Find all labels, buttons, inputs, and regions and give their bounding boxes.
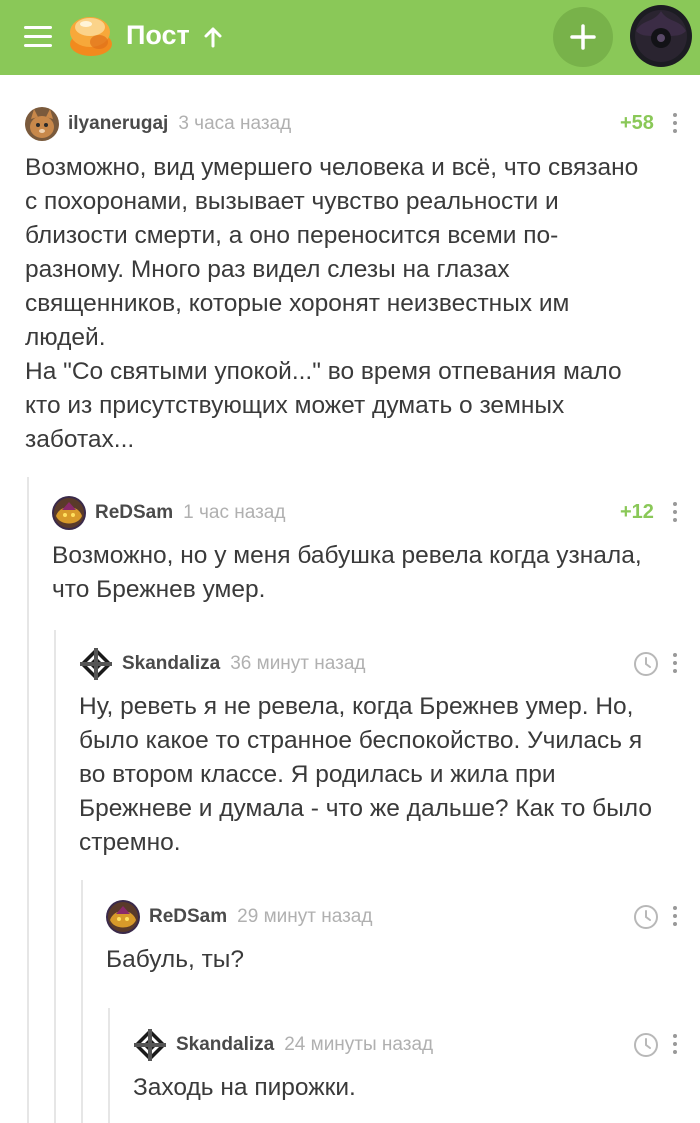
pikabu-logo[interactable] [66,14,116,58]
comment-header: ilyanerugaj 3 часа назад [25,107,291,141]
comment: Skandaliza 24 минуты назад Заходь на пир… [133,1028,685,1113]
comment-text: Возможно, но у меня бабушка ревела когда… [52,542,642,603]
more-options-icon[interactable] [670,113,680,135]
comment-username[interactable]: Skandaliza [122,653,220,675]
more-options-icon[interactable] [670,906,680,928]
thread-line [27,477,29,1123]
comment-text: Возможно, вид умершего человека и всё, ч… [25,154,639,453]
thread-line [81,880,83,1123]
avatar[interactable] [52,496,86,530]
comment: ReDSam 1 час назад +12 Возможно, но у ме… [52,496,685,611]
comment-timestamp: 24 минуты назад [284,1034,434,1055]
comment-timestamp: 36 минут назад [230,653,366,674]
clock-icon[interactable] [633,651,659,677]
comment-username[interactable]: ReDSam [95,502,173,524]
thread-line [54,630,56,1123]
comment-rating: +12 [620,501,654,523]
avatar[interactable] [79,647,113,681]
comment-username[interactable]: ilyanerugaj [68,113,168,135]
thread-line [108,1008,110,1123]
comment-text: Заходь на пирожки. [133,1074,356,1101]
plus-icon [570,24,596,50]
comment-text: Бабуль, ты? [106,946,245,973]
comment: ReDSam 29 минут назад Бабуль, ты? [106,900,685,985]
comment-timestamp: 29 минут назад [237,906,373,927]
comment-timestamp: 1 час назад [183,502,286,523]
comment-header: ReDSam 1 час назад [52,496,285,530]
comment-text: Ну, реветь я не ревела, когда Брежнев ум… [79,693,652,856]
comment-username[interactable]: Skandaliza [176,1034,274,1056]
page-title: Пост [126,20,190,50]
top-bar: Пост [0,0,700,75]
comment-header: Skandaliza 36 минут назад [79,647,366,681]
avatar[interactable] [25,107,59,141]
more-options-icon[interactable] [670,1034,680,1056]
comment-rating: +58 [620,112,654,134]
avatar[interactable] [106,900,140,934]
comment-header: Skandaliza 24 минуты назад [133,1028,433,1062]
avatar[interactable] [133,1028,167,1062]
add-post-button[interactable] [553,7,613,67]
comment-timestamp: 3 часа назад [178,113,292,134]
comment: ilyanerugaj 3 часа назад +58 Возможно, в… [25,107,685,457]
comment: Skandaliza 36 минут назад Ну, реветь я н… [79,647,685,862]
comment-header: ReDSam 29 минут назад [106,900,372,934]
more-options-icon[interactable] [670,653,680,675]
clock-icon[interactable] [633,904,659,930]
arrow-up-icon[interactable] [202,26,224,48]
user-avatar[interactable] [630,5,692,67]
clock-icon[interactable] [633,1032,659,1058]
comment-username[interactable]: ReDSam [149,906,227,928]
menu-icon[interactable] [24,26,52,48]
more-options-icon[interactable] [670,502,680,524]
